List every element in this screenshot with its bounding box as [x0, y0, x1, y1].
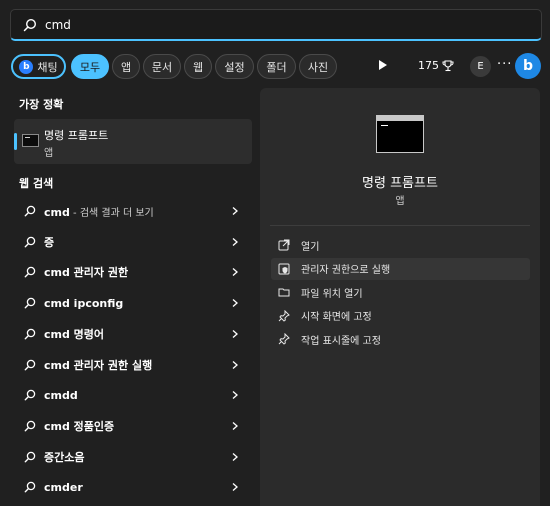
play-icon[interactable]: [379, 60, 387, 70]
search-icon: [24, 420, 36, 432]
action-item[interactable]: 관리자 권한으로 실행: [271, 257, 530, 280]
web-search-item[interactable]: cmder: [14, 472, 252, 502]
action-item[interactable]: 파일 위치 열기: [271, 281, 530, 303]
web-search-item[interactable]: 증간소음: [14, 442, 252, 472]
chevron-right-icon[interactable]: [230, 360, 240, 370]
query-text: cmd 관리자 권한 실행: [44, 358, 153, 372]
action-item[interactable]: 열기: [271, 234, 530, 256]
chevron-right-icon[interactable]: [230, 482, 240, 492]
web-search-item[interactable]: cmdd: [14, 380, 252, 410]
action-label: 시작 화면에 고정: [301, 312, 372, 323]
query-text: 증: [44, 235, 55, 249]
action-label: 관리자 권한으로 실행: [301, 265, 391, 276]
web-search-label: 증: [44, 234, 54, 250]
admin-shield-icon: [278, 263, 290, 274]
web-search-label: cmd 명령어: [44, 326, 104, 342]
detail-title: 명령 프롬프트: [362, 176, 438, 191]
search-icon: [24, 328, 36, 340]
query-text: cmd 정품인증: [44, 419, 115, 433]
web-search-item[interactable]: cmd 명령어: [14, 319, 252, 349]
web-search-label: cmd - 검색 결과 더 보기: [44, 204, 154, 219]
web-search-item[interactable]: cmd 정품인증: [14, 411, 252, 441]
action-label: 파일 위치 열기: [301, 288, 363, 300]
web-search-item[interactable]: cmd - 검색 결과 더 보기: [14, 196, 252, 226]
search-icon: [24, 236, 36, 248]
points-value: 175: [418, 59, 439, 72]
chevron-right-icon[interactable]: [230, 452, 240, 462]
web-search-item[interactable]: cmd 관리자 권한 실행: [14, 350, 252, 380]
selection-indicator: [14, 133, 17, 150]
chat-button[interactable]: b 채팅: [11, 54, 66, 79]
open-icon: [278, 239, 290, 251]
search-icon: [24, 482, 36, 493]
query-text: cmdd: [44, 388, 78, 402]
pin-icon: [278, 333, 290, 345]
pin-icon: [278, 309, 290, 322]
chevron-right-icon[interactable]: [230, 390, 240, 400]
action-item[interactable]: 작업 표시줄에 고정: [271, 328, 530, 350]
command-prompt-icon: [22, 134, 39, 147]
query-text: cmd ipconfig: [44, 296, 124, 310]
web-search-label: cmdd: [44, 389, 78, 402]
rewards-points[interactable]: 175: [418, 59, 454, 72]
detail-subtitle: 앱: [395, 196, 405, 207]
web-search-label: cmd 관리자 권한 실행: [44, 357, 152, 373]
action-label: 열기: [301, 241, 320, 253]
search-icon: [24, 389, 36, 401]
web-search-label: cmder: [44, 481, 83, 494]
tab-documents[interactable]: 문서: [143, 54, 181, 79]
query-text: cmder: [44, 480, 83, 494]
chevron-right-icon[interactable]: [230, 421, 240, 431]
web-search-label: cmd 정품인증: [44, 418, 114, 434]
best-match-item[interactable]: 명령 프롬프트 앱: [14, 119, 252, 164]
trophy-icon: [442, 59, 454, 71]
search-icon: [24, 451, 36, 462]
command-prompt-large-icon: [376, 115, 424, 153]
chevron-right-icon[interactable]: [230, 237, 240, 247]
chat-label: 채팅: [37, 60, 58, 74]
search-icon: [23, 18, 37, 31]
query-text: cmd: [44, 205, 70, 219]
chevron-right-icon[interactable]: [230, 206, 240, 216]
query-text: 증간소음: [44, 450, 85, 464]
tab-folders[interactable]: 폴더: [257, 54, 296, 79]
action-label: 작업 표시줄에 고정: [301, 335, 381, 347]
web-search-item[interactable]: cmd 관리자 권한: [14, 257, 252, 287]
web-search-label: cmd 관리자 권한: [44, 264, 128, 280]
tab-photos[interactable]: 사진: [299, 54, 337, 79]
web-search-header: 웹 검색: [19, 177, 54, 190]
avatar[interactable]: E: [470, 56, 491, 77]
search-input[interactable]: cmd: [45, 18, 71, 32]
action-item[interactable]: 시작 화면에 고정: [271, 305, 530, 327]
search-icon: [24, 359, 36, 370]
bing-icon: b: [19, 59, 34, 74]
search-icon: [24, 205, 36, 217]
chevron-right-icon[interactable]: [230, 329, 240, 339]
bing-chat-icon[interactable]: b: [515, 53, 541, 79]
query-text: cmd 관리자 권한: [44, 266, 129, 280]
filter-bar: b 채팅 모두 앱 문서 웹 설정 폴더 사진 175 E ··· b: [11, 53, 541, 80]
chevron-right-icon[interactable]: [230, 267, 240, 277]
tab-apps[interactable]: 앱: [112, 54, 140, 79]
query-text: cmd 명령어: [44, 327, 105, 341]
detail-panel: 명령 프롬프트 앱 열기관리자 권한으로 실행파일 위치 열기시작 화면에 고정…: [260, 88, 540, 506]
web-search-item[interactable]: cmd ipconfig: [14, 288, 252, 318]
folder-icon: [278, 288, 290, 297]
tab-settings[interactable]: 설정: [215, 54, 254, 79]
best-match-header: 가장 정확: [19, 98, 64, 111]
best-match-subtitle: 앱: [44, 148, 54, 159]
search-icon: [24, 297, 36, 309]
divider: [270, 225, 530, 226]
tab-all[interactable]: 모두: [71, 54, 109, 79]
search-icon: [24, 267, 36, 278]
more-options-icon[interactable]: ···: [497, 57, 512, 72]
search-box[interactable]: cmd: [10, 9, 542, 41]
tab-web[interactable]: 웹: [184, 54, 212, 79]
query-hint: - 검색 결과 더 보기: [69, 207, 154, 219]
chevron-right-icon[interactable]: [230, 298, 240, 308]
web-search-label: 증간소음: [44, 449, 84, 465]
best-match-title: 명령 프롬프트: [44, 129, 109, 142]
web-search-label: cmd ipconfig: [44, 297, 123, 310]
web-search-item[interactable]: 증: [14, 227, 252, 257]
